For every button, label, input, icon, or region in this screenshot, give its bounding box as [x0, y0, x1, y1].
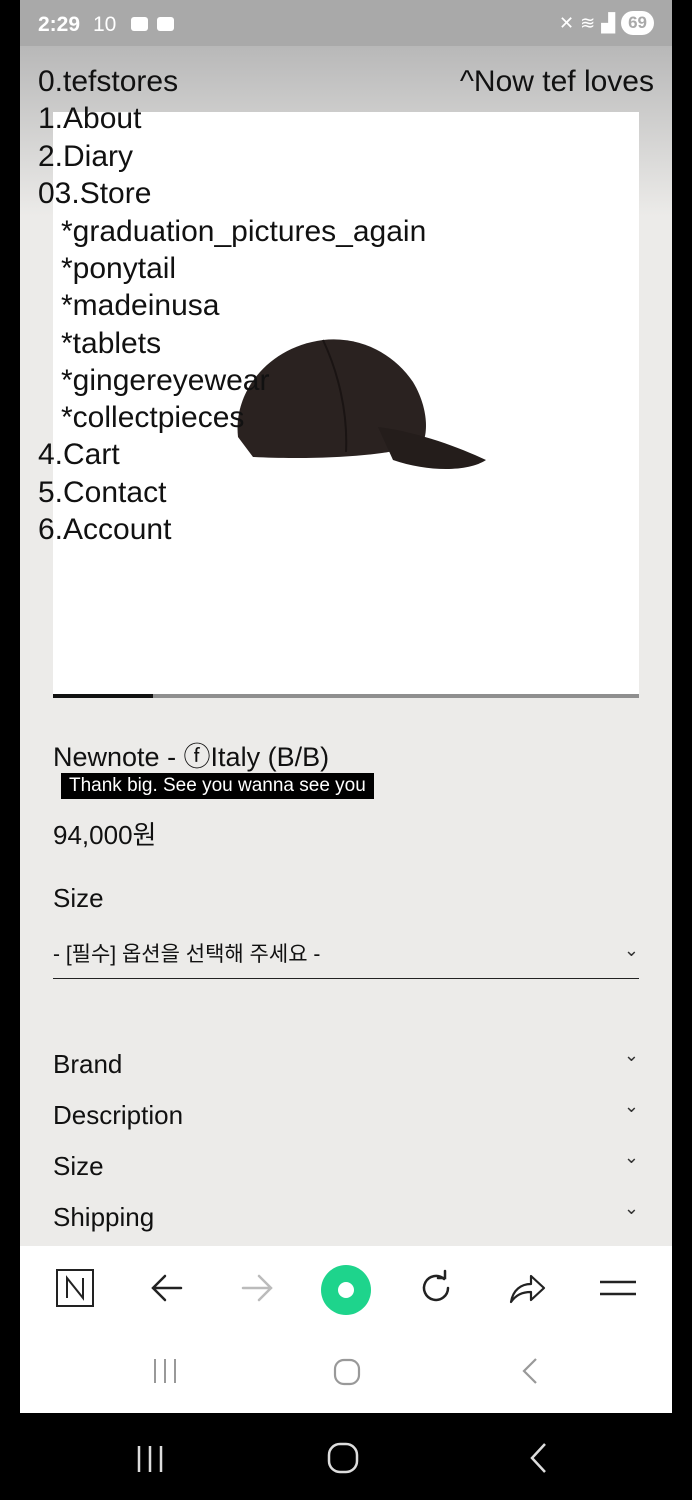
chevron-down-icon: ⌄ — [623, 1096, 639, 1116]
accordion-label: Size — [53, 1151, 104, 1181]
green-home-icon[interactable] — [320, 1264, 372, 1316]
status-bar: 2:29 10 ✕ ≋ ▟ 69 — [20, 0, 672, 46]
accordion-label: Shipping — [53, 1202, 155, 1232]
forward-arrow-icon[interactable] — [237, 1268, 277, 1308]
size-select-value: - [필수] 옵션을 선택해 주세요 - — [53, 943, 321, 966]
accordion-brand[interactable]: Brand ⌄ — [53, 1045, 639, 1089]
back-icon[interactable] — [516, 1356, 544, 1386]
nav-contact[interactable]: 5.Contact — [38, 475, 166, 511]
youtube-icon — [157, 17, 174, 31]
home-icon[interactable] — [331, 1356, 363, 1388]
accordion-label: Description — [53, 1100, 184, 1130]
inner-nav-bar — [20, 1332, 672, 1413]
accordion-description[interactable]: Description ⌄ — [53, 1096, 639, 1140]
share-icon[interactable] — [507, 1268, 547, 1308]
naver-n-icon[interactable] — [55, 1268, 95, 1308]
status-time: 2:29 — [38, 13, 81, 36]
size-label: Size — [53, 883, 104, 913]
chevron-down-icon: ⌄ — [623, 1147, 639, 1167]
nav-diary[interactable]: 2.Diary — [38, 139, 133, 175]
nav-store-tablets[interactable]: *tablets — [61, 326, 161, 362]
mute-icon: ✕ — [559, 12, 575, 33]
accordion-shipping[interactable]: Shipping ⌄ — [53, 1198, 639, 1242]
recent-apps-icon[interactable] — [150, 1356, 180, 1386]
chevron-down-icon: ⌄ — [623, 940, 639, 960]
nav-store-madeinusa[interactable]: *madeinusa — [61, 288, 219, 324]
nav-about[interactable]: 1.About — [38, 101, 141, 137]
wifi-icon: ≋ — [580, 12, 596, 33]
nav-account[interactable]: 6.Account — [38, 512, 171, 548]
cap-image — [237, 339, 486, 469]
browser-toolbar — [20, 1246, 672, 1332]
accordion-label: Brand — [53, 1049, 123, 1079]
product-price: 94,000원 — [53, 820, 157, 850]
nav-store-gingereyewear[interactable]: *gingereyewear — [61, 363, 269, 399]
product-note: Thank big. See you wanna see you — [61, 773, 374, 799]
back-icon[interactable] — [524, 1441, 552, 1475]
product-name: Newnote - ⓕItaly (B/B) — [53, 742, 330, 772]
nav-cart[interactable]: 4.Cart — [38, 437, 120, 473]
phone-screen: 2:29 10 ✕ ≋ ▟ 69 0.tefstores ^Now tef lo… — [20, 0, 672, 1413]
nav-now-tef-loves[interactable]: ^Now tef loves — [460, 64, 654, 100]
image-progress-fill — [53, 694, 153, 698]
nav-store-ponytail[interactable]: *ponytail — [61, 251, 176, 287]
nav-store-collectpieces[interactable]: *collectpieces — [61, 400, 244, 436]
accordion-size[interactable]: Size ⌄ — [53, 1147, 639, 1191]
notification-icon — [131, 17, 148, 31]
image-progress-bar — [53, 694, 639, 698]
nav-store-graduation[interactable]: *graduation_pictures_again — [61, 214, 426, 250]
size-select[interactable]: - [필수] 옵션을 선택해 주세요 - ⌄ — [53, 930, 639, 979]
home-icon[interactable] — [326, 1441, 360, 1475]
chevron-down-icon: ⌄ — [623, 1045, 639, 1065]
status-extra: 10 — [93, 13, 117, 36]
signal-icon: ▟ — [601, 12, 616, 33]
nav-store[interactable]: 03.Store — [38, 176, 151, 212]
menu-icon[interactable] — [598, 1268, 638, 1308]
recent-apps-icon[interactable] — [134, 1443, 166, 1475]
refresh-icon[interactable] — [416, 1268, 456, 1308]
back-arrow-icon[interactable] — [147, 1268, 187, 1308]
nav-brand[interactable]: 0.tefstores — [38, 64, 178, 100]
chevron-down-icon: ⌄ — [623, 1198, 639, 1218]
battery-indicator: 69 — [621, 11, 654, 35]
